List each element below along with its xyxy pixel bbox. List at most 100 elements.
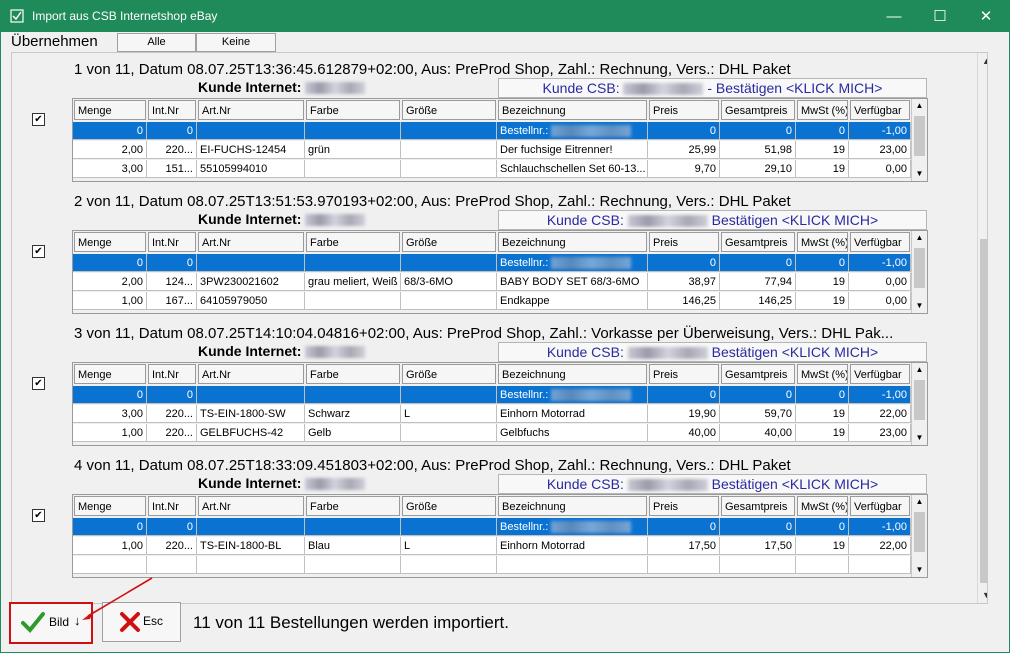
grid-cell[interactable] <box>305 254 401 272</box>
grid-cell[interactable] <box>720 556 796 574</box>
column-header[interactable]: Bezeichnung <box>498 232 647 252</box>
grid-cell[interactable]: 51,98 <box>720 141 796 159</box>
grid-scroll-up-icon[interactable]: ▲ <box>912 363 927 377</box>
grid-cell[interactable]: Endkappe <box>497 292 648 310</box>
grid-cell[interactable]: 220... <box>147 141 197 159</box>
grid-scroll-down-icon[interactable]: ▼ <box>912 431 927 445</box>
grid-cell[interactable]: 22,00 <box>849 537 911 555</box>
grid-scroll-down-icon[interactable]: ▼ <box>912 563 927 577</box>
grid-cell[interactable]: 146,25 <box>648 292 720 310</box>
grid-cell[interactable]: 3,00 <box>73 405 147 423</box>
grid-cell[interactable]: 19 <box>796 537 849 555</box>
grid-cell[interactable]: 151... <box>147 160 197 178</box>
grid-cell[interactable]: 0 <box>147 518 197 536</box>
grid-cell[interactable]: 1,00 <box>73 537 147 555</box>
close-button[interactable]: ✕ <box>963 1 1009 32</box>
scroll-up-icon[interactable]: ▲ <box>978 53 987 69</box>
grid-cell[interactable]: 9,70 <box>648 160 720 178</box>
grid-cell[interactable] <box>305 160 401 178</box>
grid-cell[interactable]: 220... <box>147 537 197 555</box>
grid-cell[interactable]: 19 <box>796 405 849 423</box>
grid-cell[interactable]: 0 <box>720 254 796 272</box>
grid-cell[interactable]: 167... <box>147 292 197 310</box>
grid-cell[interactable] <box>197 254 305 272</box>
grid-scroll-up-icon[interactable]: ▲ <box>912 495 927 509</box>
column-header[interactable]: Int.Nr <box>148 232 196 252</box>
column-header[interactable]: Gesamtpreis <box>721 364 795 384</box>
column-header[interactable]: Größe <box>402 100 496 120</box>
grid-scrollbar[interactable]: ▲ ▼ <box>911 363 927 445</box>
column-header[interactable]: Preis <box>649 364 719 384</box>
grid-cell[interactable]: 17,50 <box>648 537 720 555</box>
grid-cell[interactable]: 0 <box>720 386 796 404</box>
grid-cell[interactable] <box>197 386 305 404</box>
maximize-button[interactable]: ☐ <box>917 1 963 32</box>
grid-cell[interactable] <box>401 254 497 272</box>
grid-cell[interactable]: 0 <box>147 254 197 272</box>
grid-cell[interactable]: 22,00 <box>849 405 911 423</box>
grid-cell[interactable] <box>849 556 911 574</box>
grid-cell[interactable]: 0 <box>73 518 147 536</box>
grid-cell[interactable] <box>197 122 305 140</box>
grid-cell[interactable] <box>401 556 497 574</box>
grid-cell[interactable] <box>401 424 497 442</box>
column-header[interactable]: Verfügbar <box>850 100 910 120</box>
grid-cell[interactable] <box>401 292 497 310</box>
grid-cell[interactable]: 2,00 <box>73 273 147 291</box>
select-all-button[interactable]: Alle <box>117 33 196 52</box>
column-header[interactable]: Art.Nr <box>198 496 304 516</box>
order-checkbox[interactable]: ✔ <box>32 509 45 522</box>
grid-cell[interactable]: 0 <box>147 386 197 404</box>
grid-cell[interactable] <box>401 160 497 178</box>
grid-cell[interactable]: 23,00 <box>849 141 911 159</box>
column-header[interactable]: Verfügbar <box>850 364 910 384</box>
grid-cell[interactable]: 19 <box>796 160 849 178</box>
column-header[interactable]: Verfügbar <box>850 496 910 516</box>
grid-cell[interactable]: 19 <box>796 292 849 310</box>
grid-cell[interactable]: 0 <box>796 254 849 272</box>
grid-cell[interactable] <box>401 386 497 404</box>
grid-cell[interactable]: 55105994010 <box>197 160 305 178</box>
grid-scroll-thumb[interactable] <box>914 116 925 156</box>
grid-cell[interactable]: 220... <box>147 405 197 423</box>
menu-uebernehmen[interactable]: Übernehmen <box>11 33 98 50</box>
grid-cell[interactable]: 19 <box>796 141 849 159</box>
column-header[interactable]: Gesamtpreis <box>721 100 795 120</box>
grid-cell[interactable]: 59,70 <box>720 405 796 423</box>
grid-cell[interactable]: 0 <box>73 254 147 272</box>
grid-cell[interactable]: 3,00 <box>73 160 147 178</box>
grid-cell[interactable]: 2,00 <box>73 141 147 159</box>
grid-cell[interactable]: 3PW230021602 <box>197 273 305 291</box>
grid-cell[interactable]: 0,00 <box>849 292 911 310</box>
grid-cell[interactable]: 68/3-6MO <box>401 273 497 291</box>
grid-cell[interactable]: 23,00 <box>849 424 911 442</box>
grid-cell[interactable]: -1,00 <box>849 386 911 404</box>
grid-cell[interactable]: 0 <box>796 122 849 140</box>
column-header[interactable]: Art.Nr <box>198 364 304 384</box>
grid-cell[interactable]: 19 <box>796 273 849 291</box>
column-header[interactable]: Art.Nr <box>198 232 304 252</box>
grid-cell[interactable]: 0 <box>648 518 720 536</box>
grid-cell[interactable] <box>305 556 401 574</box>
grid-scroll-thumb[interactable] <box>914 512 925 552</box>
column-header[interactable]: MwSt (%) <box>797 496 848 516</box>
grid-cell[interactable]: Einhorn Motorrad <box>497 405 648 423</box>
grid-scroll-up-icon[interactable]: ▲ <box>912 99 927 113</box>
grid-cell[interactable]: Bestellnr.: <box>497 518 648 536</box>
column-header[interactable]: Größe <box>402 496 496 516</box>
grid-cell[interactable]: Der fuchsige Eitrenner! <box>497 141 648 159</box>
column-header[interactable]: Preis <box>649 496 719 516</box>
grid-cell[interactable]: Schlauchschellen Set 60-13... <box>497 160 648 178</box>
grid-cell[interactable]: 19,90 <box>648 405 720 423</box>
column-header[interactable]: Farbe <box>306 100 400 120</box>
grid-cell[interactable] <box>401 141 497 159</box>
grid-cell[interactable]: 0 <box>147 122 197 140</box>
grid-cell[interactable]: EI-FUCHS-12454 <box>197 141 305 159</box>
column-header[interactable]: Verfügbar <box>850 232 910 252</box>
vertical-scrollbar[interactable]: ▲ ▼ <box>977 53 987 603</box>
grid-cell[interactable]: 0 <box>720 122 796 140</box>
grid-scroll-up-icon[interactable]: ▲ <box>912 231 927 245</box>
grid-cell[interactable]: Bestellnr.: <box>497 386 648 404</box>
kunde-csb-confirm[interactable]: Kunde CSB: - Bestätigen <KLICK MICH> <box>498 78 927 98</box>
column-header[interactable]: Farbe <box>306 496 400 516</box>
